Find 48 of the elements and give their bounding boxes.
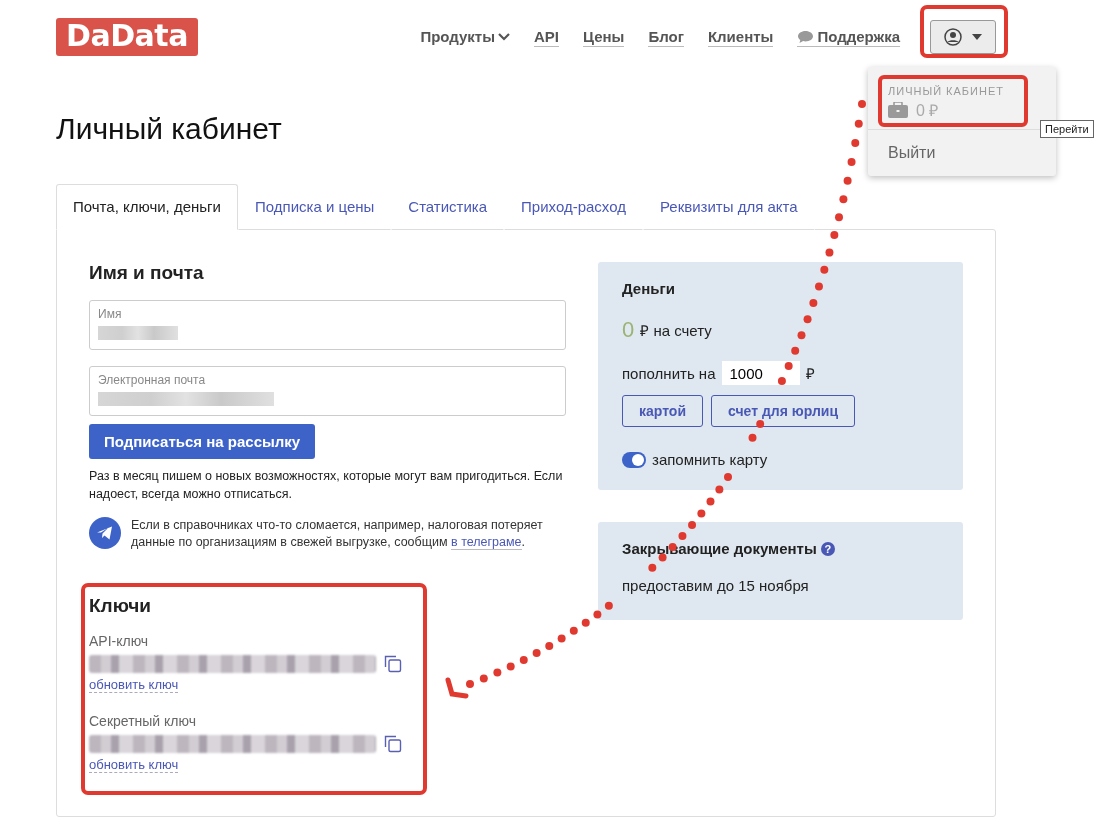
telegram-icon	[89, 517, 121, 549]
section-heading: Ключи	[89, 595, 152, 617]
tab[interactable]: Почта, ключи, деньги	[56, 184, 238, 230]
nav-link[interactable]: API	[534, 27, 560, 47]
text-field[interactable]: Электронная почта	[89, 366, 566, 416]
nav-link[interactable]: Клиенты	[707, 27, 774, 47]
briefcase-icon	[888, 102, 908, 118]
section-heading: Имя и почта	[89, 262, 205, 284]
topup-label: пополнить на	[622, 364, 716, 382]
nav-link[interactable]: Цены	[583, 27, 625, 47]
nav-link[interactable]: Продукты	[420, 28, 511, 46]
text-field[interactable]: Имя	[89, 300, 566, 350]
tooltip: Перейти	[1040, 120, 1094, 138]
copy-icon[interactable]	[384, 735, 402, 753]
telegram-note: Если в справочниках что-то сломается, например, налоговая потеряет данные по организациям в свежей выгрузке, сообщим в телеграме.	[131, 517, 544, 551]
payment-button[interactable]: счет для юрлиц	[711, 395, 855, 427]
telegram-link[interactable]: в телеграме	[451, 535, 522, 550]
amount-field[interactable]: 1000	[721, 361, 800, 385]
balance-label: ₽ на счету	[640, 321, 712, 340]
key-label: API-ключ	[89, 633, 150, 649]
currency-sign: ₽	[805, 364, 815, 383]
payment-button[interactable]: картой	[622, 395, 703, 427]
card-heading: Закрывающие документы	[622, 540, 817, 557]
account-balance: 0 ₽	[916, 101, 939, 121]
nav-link[interactable]: Поддержка	[797, 27, 900, 47]
card-heading: Деньги	[622, 280, 676, 297]
balance-amount: 0	[622, 317, 635, 343]
chat-icon	[797, 29, 815, 44]
refresh-key-link[interactable]: обновить ключ	[89, 757, 179, 773]
page-title: Личный кабинет	[56, 112, 283, 146]
toggle-switch[interactable]	[622, 451, 646, 468]
field-label: Электронная почта	[98, 373, 207, 387]
logo[interactable]: DaData	[56, 18, 198, 56]
subscribe-button[interactable]: Подписаться на рассылку	[89, 424, 316, 459]
help-icon[interactable]: ?	[820, 541, 835, 556]
key-label: Секретный ключ	[89, 713, 197, 729]
toggle-label: запомнить карту	[652, 451, 768, 468]
user-icon	[944, 28, 962, 46]
account-caption: ЛИЧНЫЙ КАБИНЕТ	[888, 85, 1005, 97]
copy-icon[interactable]	[384, 655, 402, 673]
field-label: Имя	[98, 307, 123, 321]
subscribe-note: Раз в месяц пишем о новых возможностях, которые могут вам пригодиться. Если надоест, всегда можно отписаться.	[89, 468, 564, 503]
refresh-key-link[interactable]: обновить ключ	[89, 677, 179, 693]
nav-link[interactable]: Блог	[648, 27, 684, 47]
caret-icon	[972, 34, 982, 40]
documents-note: предоставим до 15 ноября	[622, 577, 809, 594]
user-menu-button[interactable]	[930, 20, 996, 54]
chevron-down-icon	[498, 33, 511, 41]
